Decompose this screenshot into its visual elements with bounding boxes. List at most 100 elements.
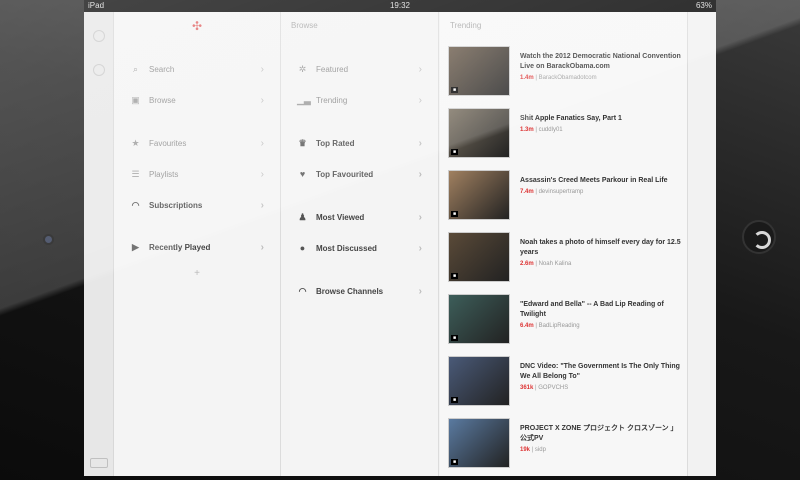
video-info: Noah takes a photo of himself every day … — [520, 232, 684, 284]
browse-item-most-viewed[interactable]: ♟ Most Viewed › — [281, 202, 438, 232]
chevron-right-icon: › — [260, 94, 264, 106]
camera-icon — [43, 234, 54, 245]
chevron-right-icon: › — [418, 285, 422, 297]
video-title: Watch the 2012 Democratic National Conve… — [520, 53, 681, 70]
menu-item-label: Search — [149, 64, 175, 74]
video-thumbnail[interactable]: ■ — [448, 232, 510, 282]
list-icon: ☰ — [131, 168, 140, 179]
hd-badge: ■ — [451, 397, 459, 403]
video-channel: BadLipReading — [538, 323, 580, 329]
browse-item-label: Featured — [316, 64, 349, 74]
menu-item-favourites[interactable]: ★ Favourites › — [114, 128, 280, 158]
browse-item-label: Top Rated — [316, 138, 355, 148]
browse-item-top-rated[interactable]: ♛ Top Rated › — [281, 128, 438, 158]
chevron-right-icon: › — [260, 168, 264, 180]
video-title: Shit Apple Fanatics Say, Part 1 — [520, 115, 622, 122]
video-row[interactable]: ■ Assassin's Creed Meets Parkour in Real … — [448, 170, 684, 222]
video-channel: BarackObamadotcom — [538, 75, 597, 81]
video-channel: GOPVCHS — [538, 385, 569, 391]
browse-item-trending[interactable]: ▁▃ Trending › — [281, 85, 438, 115]
video-thumbnail[interactable]: ■ — [448, 108, 510, 158]
video-thumbnail[interactable]: ■ — [448, 418, 510, 468]
video-row[interactable]: ■ DNC Video: "The Government Is The Only … — [448, 356, 684, 408]
video-title: DNC Video: "The Government Is The Only T… — [520, 363, 680, 380]
video-channel: Noah Kalina — [538, 261, 572, 267]
screen: iPad 19:32 63% ✣ ⌕ Search › ▣ Browse › ★… — [84, 0, 716, 476]
left-rail — [84, 12, 114, 476]
video-views: 7.4m — [520, 189, 534, 195]
play-icon: ▶ — [132, 241, 139, 252]
video-meta: 1.4m | BarackObamadotcom — [520, 75, 597, 81]
video-title: "Edward and Bella" -- A Bad Lip Reading … — [520, 301, 664, 318]
tv-icon: ▣ — [131, 94, 140, 105]
chevron-right-icon: › — [260, 241, 264, 253]
video-thumbnail[interactable]: ■ — [448, 46, 510, 96]
broadcast-icon: ◠ — [298, 285, 307, 296]
browse-item-featured[interactable]: ✲ Featured › — [281, 54, 438, 84]
settings-icon[interactable] — [93, 30, 105, 42]
video-thumbnail[interactable]: ■ — [448, 356, 510, 406]
menu-item-recently-played[interactable]: ▶ Recently Played › — [114, 232, 280, 262]
bar-chart-icon: ▁▃ — [297, 94, 311, 105]
browse-item-label: Top Favourited — [316, 169, 374, 179]
video-channel: cuddly01 — [538, 127, 563, 133]
hd-badge: ■ — [451, 149, 459, 155]
video-meta: 6.4m | BadLipReading — [520, 323, 580, 329]
browse-item-browse-channels[interactable]: ◠ Browse Channels › — [281, 276, 438, 306]
video-thumbnail[interactable]: ■ — [448, 294, 510, 344]
video-channel: devinsupertramp — [538, 189, 584, 195]
browse-column: Browse ✲ Featured › ▁▃ Trending › ♛ Top … — [281, 12, 439, 476]
video-row[interactable]: ■ Watch the 2012 Democratic National Conv… — [448, 46, 684, 98]
video-views: 1.3m — [520, 127, 534, 133]
video-meta: 7.4m | devinsupertramp — [520, 189, 584, 195]
add-icon[interactable]: + — [114, 268, 280, 279]
home-button[interactable] — [742, 220, 776, 254]
video-meta: 19k | sidp — [520, 447, 546, 453]
menu-item-playlists[interactable]: ☰ Playlists › — [114, 159, 280, 189]
menu-item-label: Playlists — [149, 169, 179, 179]
browse-item-label: Trending — [316, 95, 348, 105]
video-title: Noah takes a photo of himself every day … — [520, 239, 681, 256]
video-views: 6.4m — [520, 323, 534, 329]
hd-badge: ■ — [451, 335, 459, 341]
menu-item-label: Favourites — [149, 138, 187, 148]
video-channel: sidp — [534, 447, 546, 453]
trending-column: Trending ■ Watch the 2012 Democratic Nati… — [440, 12, 688, 476]
video-meta: 361k | GOPVCHS — [520, 385, 569, 391]
menu-item-subscriptions[interactable]: ◠ Subscriptions › — [114, 190, 280, 220]
video-title: PROJECT X ZONE プロジェクト クロスゾーン 」 公式PV — [520, 425, 678, 442]
browse-item-label: Browse Channels — [316, 286, 384, 296]
video-views: 361k — [520, 385, 534, 391]
video-row[interactable]: ■ "Edward and Bella" -- A Bad Lip Reading… — [448, 294, 684, 346]
chevron-right-icon: › — [418, 242, 422, 254]
video-info: "Edward and Bella" -- A Bad Lip Reading … — [520, 294, 684, 346]
video-row[interactable]: ■ PROJECT X ZONE プロジェクト クロスゾーン 」 公式PV 19k … — [448, 418, 684, 470]
trophy-icon: ♛ — [298, 137, 307, 148]
chevron-right-icon: › — [418, 94, 422, 106]
gear-icon: ✲ — [298, 63, 307, 74]
video-info: Watch the 2012 Democratic National Conve… — [520, 46, 684, 98]
video-info: PROJECT X ZONE プロジェクト クロスゾーン 」 公式PV 19k |… — [520, 418, 684, 470]
search-icon: ⌕ — [132, 63, 139, 74]
chevron-right-icon: › — [418, 168, 422, 180]
video-row[interactable]: ■ Shit Apple Fanatics Say, Part 1 1.3m | c… — [448, 108, 684, 160]
hd-badge: ■ — [451, 273, 459, 279]
video-row[interactable]: ■ Noah takes a photo of himself every day… — [448, 232, 684, 284]
star-icon: ★ — [131, 137, 140, 148]
browse-item-most-discussed[interactable]: ● Most Discussed › — [281, 233, 438, 263]
browse-item-top-favourited[interactable]: ♥ Top Favourited › — [281, 159, 438, 189]
browse-item-label: Most Viewed — [316, 212, 365, 222]
menu-item-browse[interactable]: ▣ Browse › — [114, 85, 280, 115]
keyboard-icon[interactable] — [90, 458, 108, 468]
video-info: Assassin's Creed Meets Parkour in Real L… — [520, 170, 684, 222]
video-views: 2.6m — [520, 261, 534, 267]
video-info: Shit Apple Fanatics Say, Part 1 1.3m | cu… — [520, 108, 684, 160]
account-icon[interactable] — [93, 64, 105, 76]
video-meta: 1.3m | cuddly01 — [520, 127, 563, 133]
menu-item-search[interactable]: ⌕ Search › — [114, 54, 280, 84]
menu-item-label: Recently Played — [149, 242, 211, 252]
video-thumbnail[interactable]: ■ — [448, 170, 510, 220]
app-logo-icon: ✣ — [191, 19, 203, 33]
video-views: 19k — [520, 447, 531, 453]
hd-badge: ■ — [451, 211, 459, 217]
